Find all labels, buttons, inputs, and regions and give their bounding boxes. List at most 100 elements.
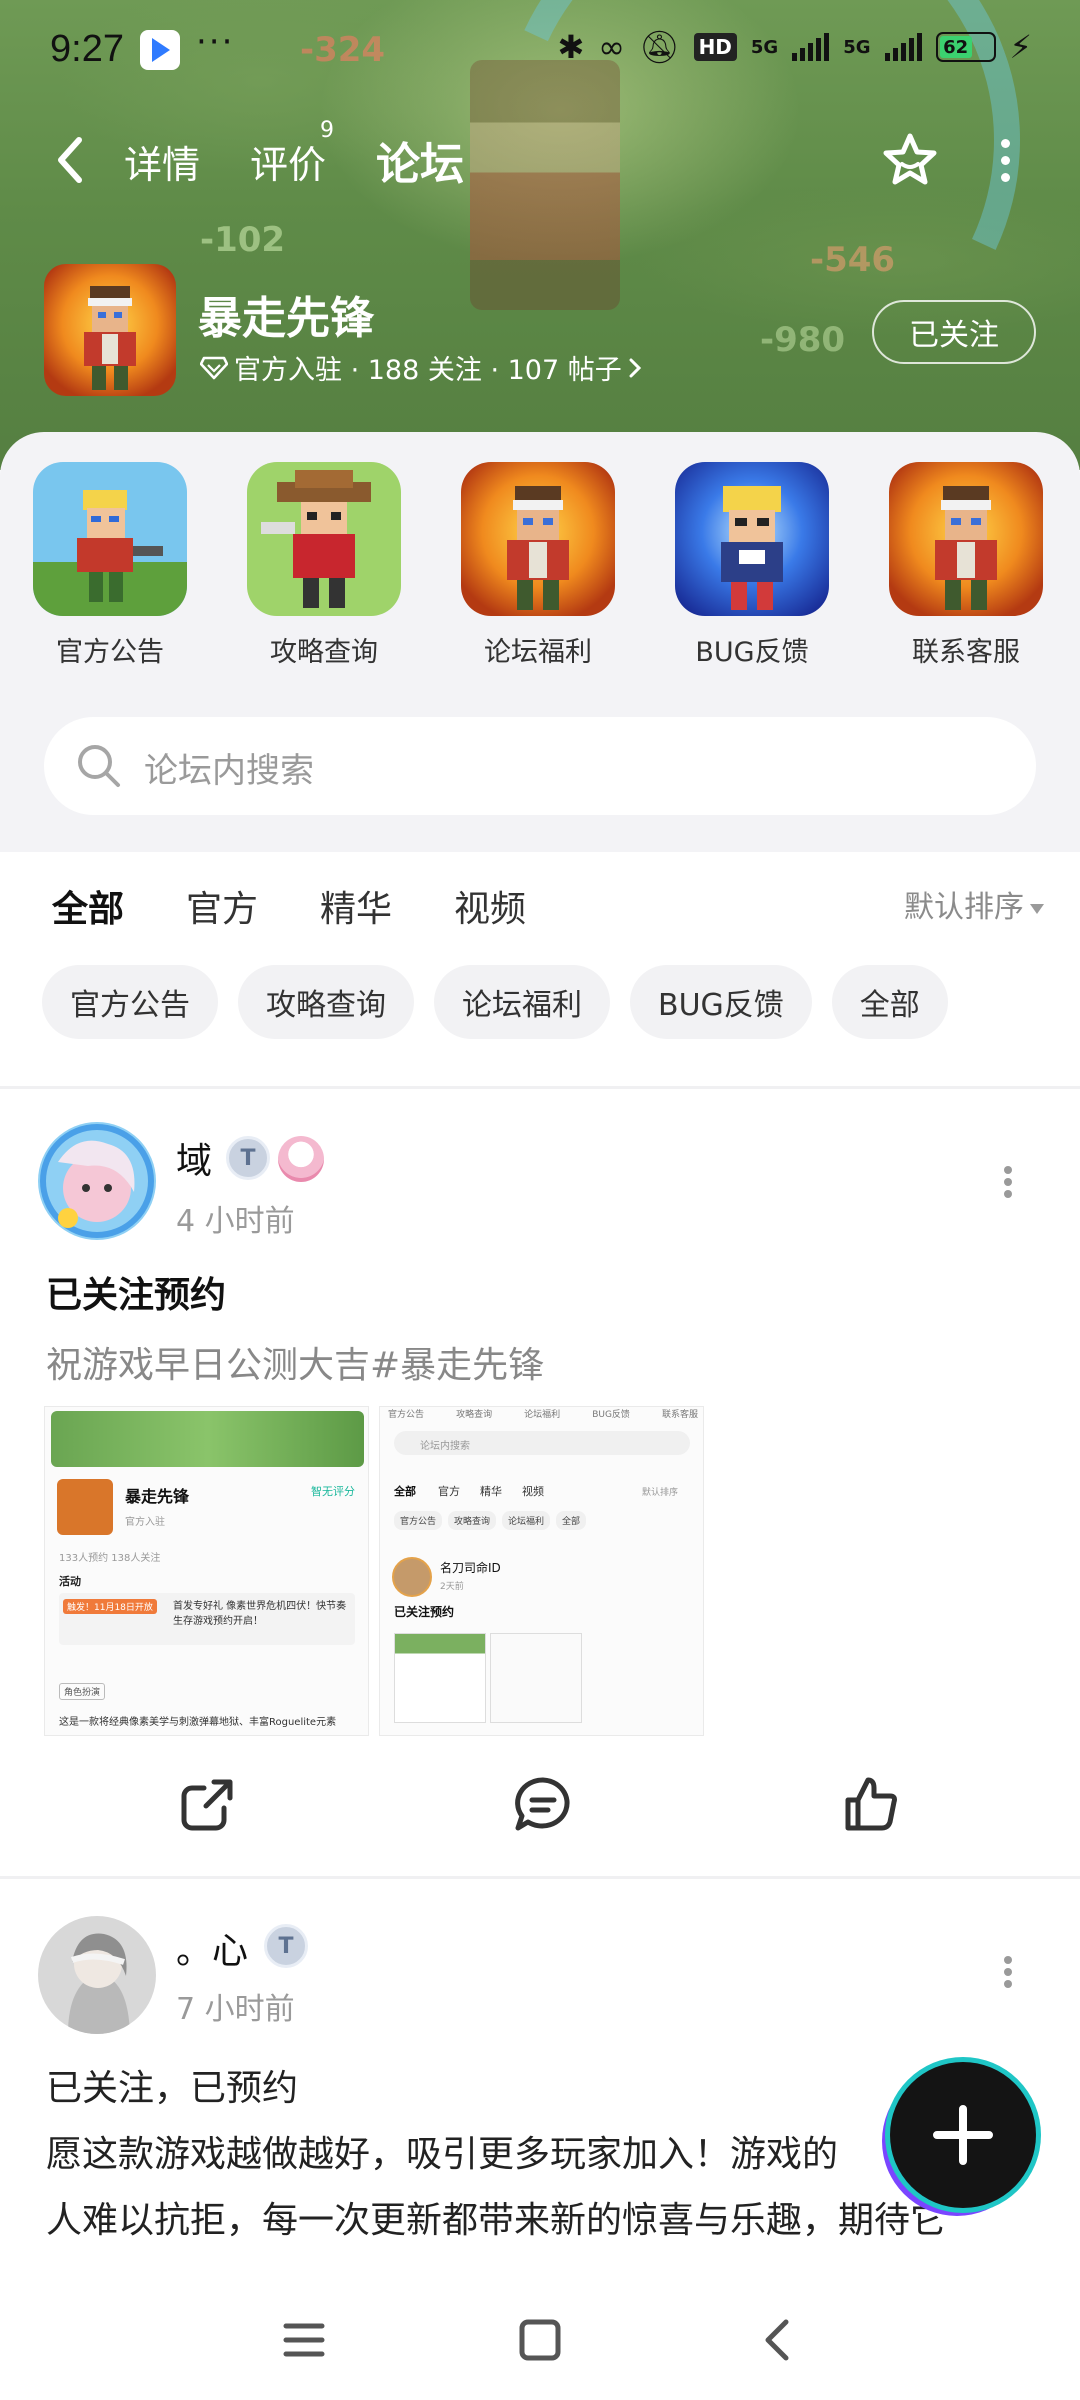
- post-body[interactable]: 祝游戏早日公测大吉#暴走先锋: [46, 1336, 544, 1388]
- category-chips: 官方公告 攻略查询 论坛福利 BUG反馈 全部: [0, 965, 1080, 1065]
- user-level-badge: T: [226, 1136, 270, 1180]
- post-username[interactable]: 域: [176, 1132, 212, 1184]
- follow-button[interactable]: 已关注: [872, 300, 1036, 364]
- home-button[interactable]: [510, 2310, 570, 2370]
- diamond-icon: [200, 356, 228, 379]
- top-nav: 详情 评价 9 论坛: [0, 110, 1080, 210]
- hd-voice-icon: HD: [693, 33, 737, 61]
- shot-tab: BUG反馈: [592, 1410, 630, 1420]
- post-image[interactable]: 暴走先锋 智无评分 官方入驻 133人预约 138人关注 活动 触发！11月18…: [44, 1406, 369, 1736]
- shot-role-tag: 角色扮演: [59, 1683, 106, 1700]
- share-icon: [181, 1779, 233, 1831]
- divider: [0, 1086, 1080, 1089]
- battery-level: 62: [939, 36, 972, 58]
- shot-chip: 官方公告: [394, 1511, 443, 1530]
- entry-customer-service[interactable]: 联系客服: [866, 462, 1066, 669]
- post-images: 暴走先锋 智无评分 官方入驻 133人预约 138人关注 活动 触发！11月18…: [44, 1406, 704, 1736]
- shot-user: 名刀司命ID: [440, 1561, 501, 1575]
- game-meta-text: 官方入驻 · 188 关注 · 107 帖子: [234, 355, 622, 386]
- post-title[interactable]: 已关注预约: [46, 1266, 226, 1318]
- shot-official-label: 官方入驻: [125, 1517, 165, 1528]
- banner-art-damage: -102: [200, 220, 286, 260]
- status-time: 9:27: [50, 28, 124, 70]
- shot-stats: 133人预约 138人关注: [59, 1553, 161, 1564]
- shot-chip: 论坛福利: [502, 1511, 551, 1530]
- sort-dropdown[interactable]: 默认排序: [904, 882, 1044, 926]
- sort-label: 默认排序: [904, 890, 1024, 925]
- entry-thumb: [247, 462, 401, 616]
- chevron-right-icon: [629, 358, 641, 377]
- battery-icon: 62: [935, 32, 996, 62]
- post-title[interactable]: 已关注，已预约: [46, 2056, 1036, 2122]
- status-bar: 9:27 ··· ✱ ∞ 🔕︎ HD 5G 5G 62 ⚡︎: [0, 0, 1080, 100]
- post-actions: [0, 1760, 1080, 1850]
- chip-bug-report[interactable]: BUG反馈: [630, 965, 812, 1039]
- post-time: 7 小时前: [176, 1992, 295, 2027]
- chip-forum-welfare[interactable]: 论坛福利: [434, 965, 610, 1039]
- recent-apps-button[interactable]: [274, 2310, 334, 2370]
- game-title: 暴走先锋: [198, 293, 374, 344]
- post-body-line[interactable]: 人难以抗拒，每一次更新都带来新的惊喜与乐趣，期待它: [46, 2188, 1036, 2254]
- share-button[interactable]: [172, 1770, 242, 1840]
- back-arrow-icon: [765, 2319, 789, 2361]
- shot-time: 2天前: [440, 1582, 464, 1592]
- comment-button[interactable]: [508, 1770, 578, 1840]
- entry-guides[interactable]: 攻略查询: [224, 462, 424, 669]
- filter-tab-official[interactable]: 官方: [186, 880, 258, 932]
- banner-art-damage: -980: [760, 320, 846, 360]
- filter-tab-all[interactable]: 全部: [52, 880, 125, 934]
- game-icon[interactable]: [44, 264, 176, 396]
- avatar[interactable]: [38, 1122, 156, 1240]
- filter-tab-featured[interactable]: 精华: [320, 880, 392, 932]
- favorite-button[interactable]: [880, 130, 940, 190]
- bluetooth-icon: ✱: [557, 28, 585, 66]
- shot-sort: 默认排序: [642, 1488, 679, 1498]
- entry-label: 联系客服: [912, 637, 1020, 668]
- entry-bug-report[interactable]: BUG反馈: [652, 462, 852, 669]
- status-more-dots: ···: [196, 22, 235, 62]
- back-button[interactable]: [48, 132, 92, 188]
- like-button[interactable]: [836, 1770, 906, 1840]
- filter-tab-video[interactable]: 视频: [454, 880, 526, 932]
- shot-chip: 全部: [556, 1511, 587, 1530]
- plus-icon: [933, 2105, 993, 2165]
- tab-reviews[interactable]: 评价: [250, 134, 326, 189]
- entry-label: BUG反馈: [695, 637, 809, 668]
- search-icon: [78, 745, 120, 787]
- avatar[interactable]: [38, 1916, 156, 2034]
- forum-search-input[interactable]: 论坛内搜索: [44, 717, 1036, 815]
- entry-official-notice[interactable]: 官方公告: [10, 462, 210, 669]
- thumbs-up-icon: [845, 1777, 897, 1831]
- tab-details[interactable]: 详情: [124, 134, 200, 189]
- star-icon: [883, 133, 937, 185]
- entry-forum-welfare[interactable]: 论坛福利: [438, 462, 638, 669]
- shot-tab: 论坛福利: [524, 1410, 561, 1420]
- chip-all[interactable]: 全部: [831, 965, 948, 1039]
- post-body-line[interactable]: 愿这款游戏越做越好，吸引更多玩家加入！游戏的: [46, 2122, 1036, 2188]
- shot-tab: 攻略查询: [456, 1410, 493, 1420]
- signal-icon: [884, 33, 922, 61]
- post-more-button[interactable]: [998, 1952, 1018, 1992]
- more-menu-button[interactable]: [990, 130, 1020, 190]
- post-more-button[interactable]: [998, 1162, 1018, 1202]
- shot-filter: 全部: [394, 1485, 416, 1498]
- entry-thumb: [33, 462, 187, 616]
- shot-activity-label: 活动: [59, 1575, 81, 1588]
- entry-thumb: [675, 462, 829, 616]
- system-back-button[interactable]: [748, 2310, 808, 2370]
- mute-bell-icon: 🔕︎: [638, 28, 680, 66]
- divider: [0, 1876, 1080, 1879]
- user-decoration-icon: [278, 1136, 324, 1182]
- reviews-count-badge: 9: [320, 118, 334, 143]
- game-meta-link[interactable]: 官方入驻 · 188 关注 · 107 帖子: [200, 348, 642, 387]
- post-username[interactable]: 。心: [176, 1922, 248, 1974]
- game-character-icon: [44, 264, 176, 396]
- quick-entries: 官方公告 攻略查询 论坛福利 BUG反馈 联系客服: [0, 462, 1080, 682]
- chip-guides[interactable]: 攻略查询: [238, 965, 414, 1039]
- chip-official-notice[interactable]: 官方公告: [42, 965, 218, 1039]
- shot-filter: 官方: [438, 1485, 460, 1498]
- new-post-button[interactable]: [890, 2062, 1036, 2208]
- post-image[interactable]: 官方公告 攻略查询 论坛福利 BUG反馈 联系客服 论坛内搜索 全部 官方 精华 视频 …: [379, 1406, 704, 1736]
- tab-forum[interactable]: 论坛: [372, 128, 468, 192]
- post-time: 4 小时前: [176, 1204, 295, 1239]
